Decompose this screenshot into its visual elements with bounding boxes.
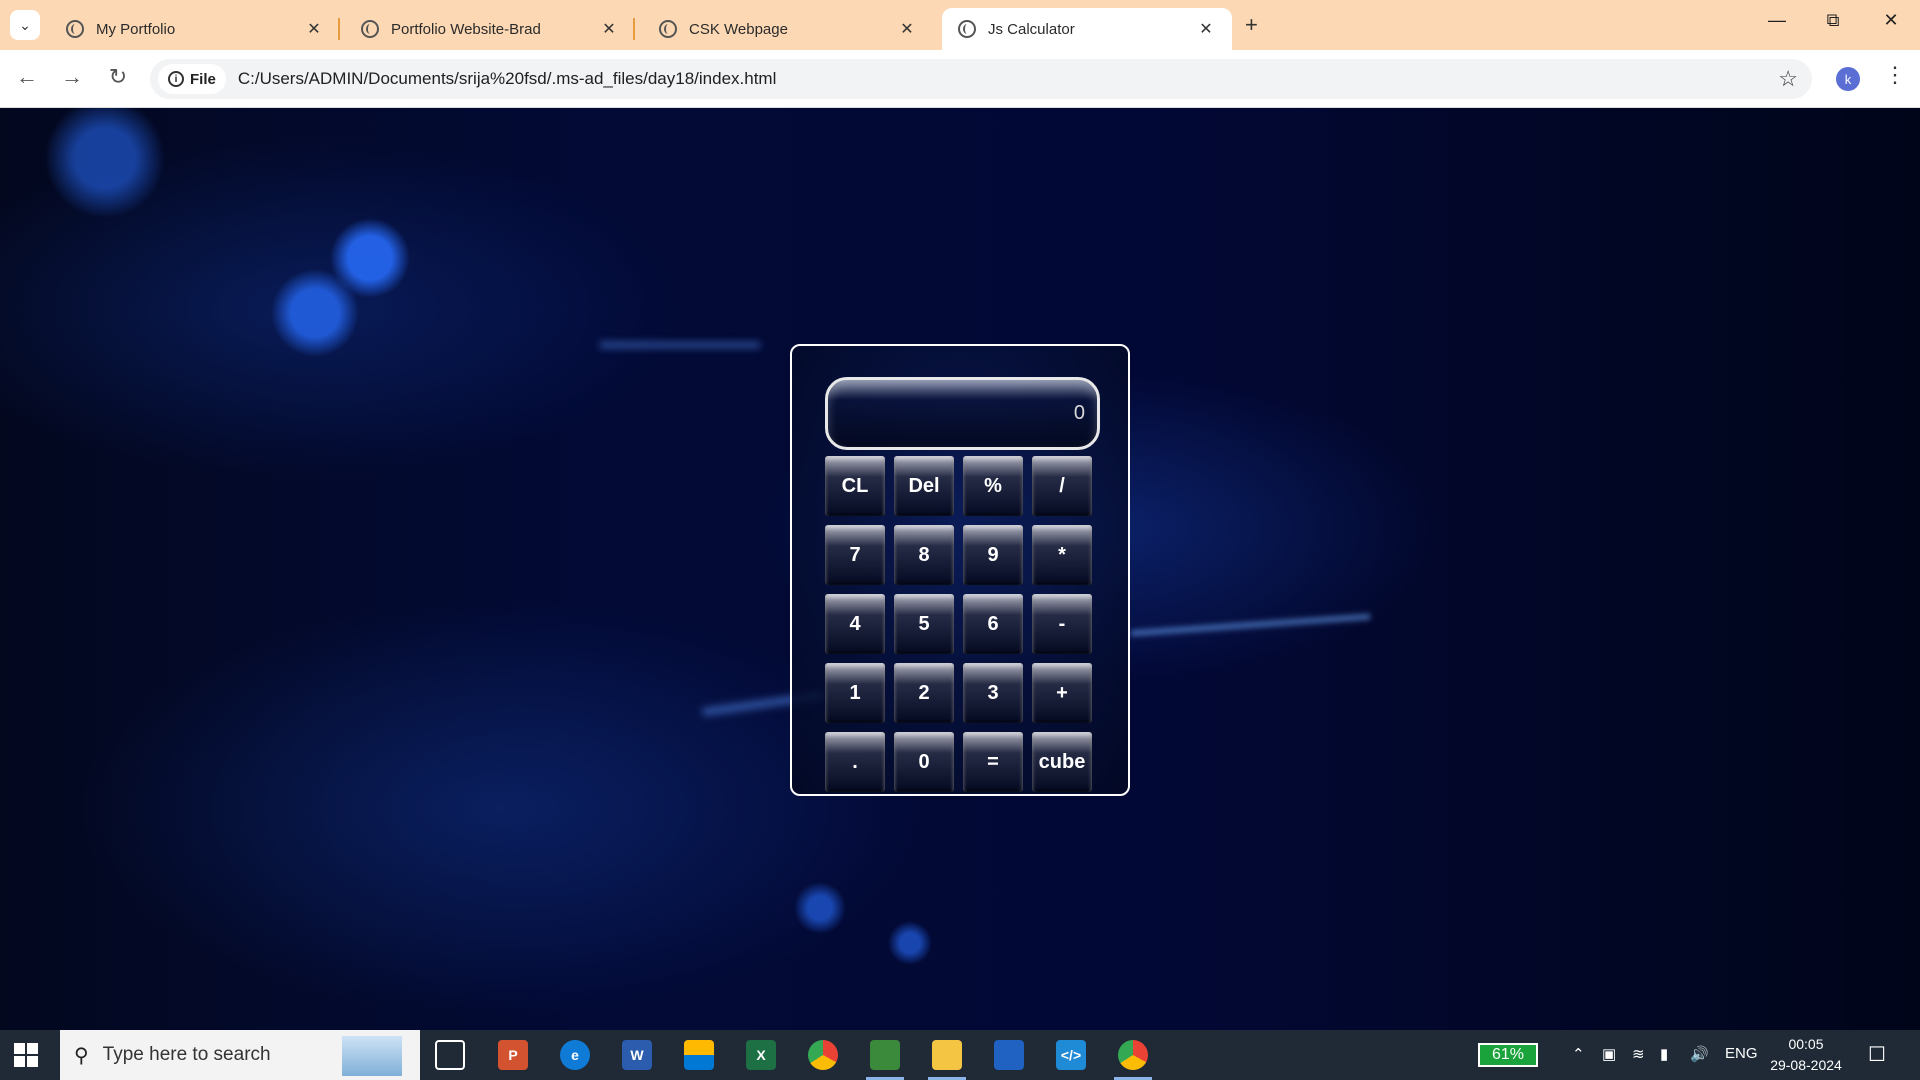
restore-icon[interactable]: ⧉ (1818, 10, 1848, 31)
tab-title: Portfolio Website-Brad (391, 20, 541, 38)
search-highlight-image (342, 1036, 402, 1076)
calculator-keypad: CL Del % / 7 8 9 * 4 5 6 - 1 2 3 + . 0 =… (825, 456, 1092, 792)
key-delete[interactable]: Del (894, 456, 954, 516)
chrome-icon[interactable] (808, 1040, 838, 1070)
chrome-active-icon[interactable] (1114, 1040, 1152, 1080)
key-5[interactable]: 5 (894, 594, 954, 654)
key-percent[interactable]: % (963, 456, 1023, 516)
powerpoint-icon[interactable]: P (498, 1040, 528, 1070)
clock-date: 29-08-2024 (1770, 1057, 1842, 1073)
tab-separator (338, 18, 340, 40)
forward-arrow-icon[interactable]: → (57, 64, 87, 90)
wifi-icon[interactable]: ≋ (1632, 1045, 1645, 1063)
tab-portfolio-website-brad[interactable]: Portfolio Website-Brad ✕ (345, 8, 635, 50)
close-tab-icon[interactable]: ✕ (897, 19, 917, 39)
taskbar-search-box[interactable]: ⚲ Type here to search (60, 1030, 420, 1080)
key-6[interactable]: 6 (963, 594, 1023, 654)
site-info-label: File (190, 70, 216, 88)
globe-icon (958, 20, 976, 38)
tab-strip: ⌄ My Portfolio ✕ Portfolio Website-Brad … (0, 0, 1920, 50)
page-background: 0 CL Del % / 7 8 9 * 4 5 6 - 1 2 3 + . 0… (0, 108, 1920, 1030)
tab-my-portfolio[interactable]: My Portfolio ✕ (50, 8, 340, 50)
key-equals[interactable]: = (963, 732, 1023, 792)
battery-icon[interactable]: ▮ (1660, 1045, 1668, 1063)
key-9[interactable]: 9 (963, 525, 1023, 585)
address-toolbar: ← → ↻ i File C:/Users/ADMIN/Documents/sr… (0, 50, 1920, 108)
close-tab-icon[interactable]: ✕ (304, 19, 324, 39)
vscode-icon[interactable]: </> (1056, 1040, 1086, 1070)
minimize-icon[interactable]: — (1762, 10, 1792, 31)
key-clear[interactable]: CL (825, 456, 885, 516)
edge-icon[interactable]: e (560, 1040, 590, 1070)
close-window-icon[interactable]: ✕ (1876, 10, 1906, 31)
camera-icon[interactable]: ▣ (1602, 1045, 1616, 1063)
volume-icon[interactable]: 🔊 (1690, 1045, 1709, 1063)
system-clock[interactable]: 00:05 29-08-2024 (1768, 1034, 1844, 1076)
key-decimal[interactable]: . (825, 732, 885, 792)
key-7[interactable]: 7 (825, 525, 885, 585)
show-hidden-icons-chevron-icon[interactable]: ⌃ (1572, 1045, 1585, 1063)
key-8[interactable]: 8 (894, 525, 954, 585)
notifications-icon[interactable]: ☐ (1868, 1042, 1886, 1067)
key-add[interactable]: + (1032, 663, 1092, 723)
info-icon: i (168, 71, 184, 87)
menu-kebab-icon[interactable]: ⋮ (1884, 62, 1906, 88)
key-divide[interactable]: / (1032, 456, 1092, 516)
globe-icon (361, 20, 379, 38)
key-1[interactable]: 1 (825, 663, 885, 723)
key-multiply[interactable]: * (1032, 525, 1092, 585)
background-decoration (1129, 599, 1371, 637)
omnibox[interactable]: i File C:/Users/ADMIN/Documents/srija%20… (150, 59, 1812, 99)
reload-icon[interactable]: ↻ (103, 64, 133, 90)
profile-avatar[interactable]: k (1836, 67, 1860, 91)
calculator-panel: 0 CL Del % / 7 8 9 * 4 5 6 - 1 2 3 + . 0… (790, 344, 1130, 796)
clock-time: 00:05 (1788, 1036, 1824, 1052)
tab-title: Js Calculator (988, 20, 1075, 38)
site-info-chip[interactable]: i File (158, 64, 226, 94)
bookmark-star-icon[interactable]: ☆ (1778, 66, 1798, 92)
key-0[interactable]: 0 (894, 732, 954, 792)
tab-title: My Portfolio (96, 20, 176, 38)
key-4[interactable]: 4 (825, 594, 885, 654)
task-view-icon[interactable] (435, 1040, 465, 1070)
key-3[interactable]: 3 (963, 663, 1023, 723)
tab-js-calculator[interactable]: Js Calculator ✕ (942, 8, 1232, 50)
word-icon[interactable]: W (622, 1040, 652, 1070)
close-tab-icon[interactable]: ✕ (1196, 19, 1216, 39)
excel-icon[interactable]: X (746, 1040, 776, 1070)
tab-separator (633, 18, 635, 40)
background-decoration (600, 288, 760, 348)
search-placeholder: Type here to search (102, 1044, 271, 1065)
back-arrow-icon[interactable]: ← (12, 64, 42, 90)
key-2[interactable]: 2 (894, 663, 954, 723)
url-text[interactable]: C:/Users/ADMIN/Documents/srija%20fsd/.ms… (238, 69, 777, 89)
search-icon: ⚲ (74, 1044, 89, 1067)
key-subtract[interactable]: - (1032, 594, 1092, 654)
calculator-display: 0 (825, 377, 1100, 450)
file-explorer-icon[interactable] (928, 1040, 966, 1080)
close-tab-icon[interactable]: ✕ (599, 19, 619, 39)
windows-taskbar: ⚲ Type here to search P e W X </> 61% ⌃ … (0, 1030, 1920, 1080)
chevron-down-icon: ⌄ (19, 16, 31, 33)
store-icon[interactable] (684, 1040, 714, 1070)
loading-spinner-icon (659, 20, 677, 38)
chrome-profile-app-icon[interactable] (866, 1040, 904, 1080)
tab-title: CSK Webpage (689, 20, 788, 38)
power-automate-icon[interactable] (994, 1040, 1024, 1070)
battery-indicator[interactable]: 61% (1478, 1043, 1538, 1067)
tab-search-button[interactable]: ⌄ (10, 10, 40, 40)
language-indicator[interactable]: ENG (1725, 1045, 1758, 1062)
globe-icon (66, 20, 84, 38)
windows-start-icon[interactable] (14, 1043, 38, 1067)
tab-csk-webpage[interactable]: CSK Webpage ✕ (643, 8, 933, 50)
key-cube[interactable]: cube (1032, 732, 1092, 792)
new-tab-icon[interactable]: + (1245, 12, 1258, 38)
